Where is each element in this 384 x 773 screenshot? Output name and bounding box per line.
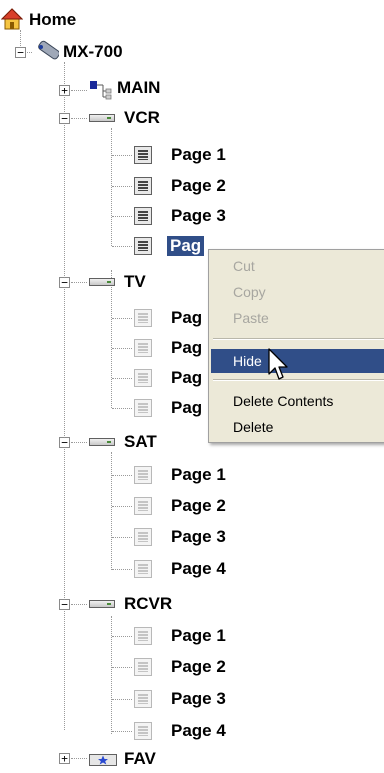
tree-connector — [71, 118, 87, 119]
page-icon — [134, 466, 152, 484]
menu-item-cut[interactable]: Cut — [211, 254, 384, 278]
tree-connector — [112, 699, 132, 700]
mouse-cursor-icon — [268, 348, 290, 382]
tree-connector — [112, 348, 132, 349]
tree-connector — [64, 62, 65, 730]
menu-item-hide[interactable]: Hide — [211, 349, 384, 373]
tree-item-page[interactable]: Page 2 — [171, 176, 226, 196]
tree-item-sat[interactable]: SAT — [124, 432, 157, 452]
tree-collapse-toggle[interactable]: − — [59, 599, 70, 610]
tree-item-page[interactable]: Pag — [171, 338, 202, 358]
menu-item-paste[interactable]: Paste — [211, 306, 384, 330]
page-icon — [134, 309, 152, 327]
page-icon — [134, 528, 152, 546]
tree-expand-toggle[interactable]: + — [59, 753, 70, 764]
device-icon — [89, 278, 115, 286]
tree-item-page[interactable]: Page 1 — [171, 465, 226, 485]
tree-connector — [112, 731, 132, 732]
tree-connector — [111, 616, 112, 734]
context-menu: Cut Copy Paste Hide Delete Contents Dele… — [208, 249, 384, 443]
tree-collapse-toggle[interactable]: − — [15, 47, 26, 58]
page-icon — [134, 560, 152, 578]
favorites-icon — [89, 753, 117, 766]
tree-connector — [112, 569, 132, 570]
tree-item-page[interactable]: Page 4 — [171, 721, 226, 741]
tree-connector — [71, 282, 87, 283]
tree-connector — [112, 318, 132, 319]
tree-connector — [112, 506, 132, 507]
tree-item-page[interactable]: Page 3 — [171, 206, 226, 226]
home-icon — [0, 8, 24, 30]
page-icon — [134, 207, 152, 225]
device-icon — [89, 600, 115, 608]
tree-connector — [111, 452, 112, 570]
tree-item-page[interactable]: Pag — [171, 368, 202, 388]
tree-item-home[interactable]: Home — [29, 10, 76, 30]
menu-item-delete[interactable]: Delete — [211, 415, 384, 439]
tree-connector — [71, 758, 87, 759]
tree-collapse-toggle[interactable]: − — [59, 437, 70, 448]
tree-item-page[interactable]: Pag — [171, 398, 202, 418]
device-icon — [89, 114, 115, 122]
tree-connector — [111, 270, 112, 408]
tree-connector — [112, 186, 132, 187]
tree-connector — [112, 636, 132, 637]
page-icon — [134, 237, 152, 255]
tree-item-page[interactable]: Page 1 — [171, 145, 226, 165]
tree-connector — [112, 408, 132, 409]
page-icon — [134, 177, 152, 195]
remote-control-icon — [33, 40, 60, 62]
tree-item-main[interactable]: MAIN — [117, 78, 160, 98]
tree-item-page[interactable]: Page 2 — [171, 496, 226, 516]
tree-item-fav[interactable]: FAV — [124, 749, 156, 769]
page-icon — [134, 399, 152, 417]
tree-item-page[interactable]: Pag — [171, 308, 202, 328]
page-icon — [134, 497, 152, 515]
tree-connector — [112, 216, 132, 217]
tree-item-page[interactable]: Page 2 — [171, 657, 226, 677]
page-icon — [134, 658, 152, 676]
page-icon — [134, 722, 152, 740]
tree-collapse-toggle[interactable]: − — [59, 113, 70, 124]
page-icon — [134, 146, 152, 164]
tree-item-rcvr[interactable]: RCVR — [124, 594, 172, 614]
tree-connector — [112, 155, 132, 156]
tree-item-page-selected[interactable]: Pag — [167, 236, 205, 256]
tree-connector — [112, 475, 132, 476]
tree-connector — [71, 442, 87, 443]
page-icon — [134, 369, 152, 387]
tree-connector — [112, 537, 132, 538]
hierarchy-icon — [88, 80, 112, 100]
page-icon — [134, 339, 152, 357]
tree-item-tv[interactable]: TV — [124, 272, 146, 292]
tree-item-vcr[interactable]: VCR — [124, 108, 160, 128]
tree-connector — [112, 246, 132, 247]
tree-connector — [112, 667, 132, 668]
tree-item-page[interactable]: Page 1 — [171, 626, 226, 646]
tree-connector — [111, 128, 112, 246]
tree-item-page[interactable]: Page 3 — [171, 527, 226, 547]
tree-connector — [112, 378, 132, 379]
menu-separator — [213, 379, 384, 381]
device-icon — [89, 438, 115, 446]
tree-expand-toggle[interactable]: + — [59, 85, 70, 96]
page-icon — [134, 690, 152, 708]
tree-connector — [71, 90, 87, 91]
menu-item-delete-contents[interactable]: Delete Contents — [211, 389, 384, 413]
tree-item-mx700[interactable]: MX-700 — [63, 42, 123, 62]
menu-separator — [213, 338, 384, 340]
tree-connector — [71, 604, 87, 605]
page-icon — [134, 627, 152, 645]
tree-item-page[interactable]: Page 3 — [171, 689, 226, 709]
tree-collapse-toggle[interactable]: − — [59, 277, 70, 288]
menu-item-copy[interactable]: Copy — [211, 280, 384, 304]
tree-item-page[interactable]: Page 4 — [171, 559, 226, 579]
